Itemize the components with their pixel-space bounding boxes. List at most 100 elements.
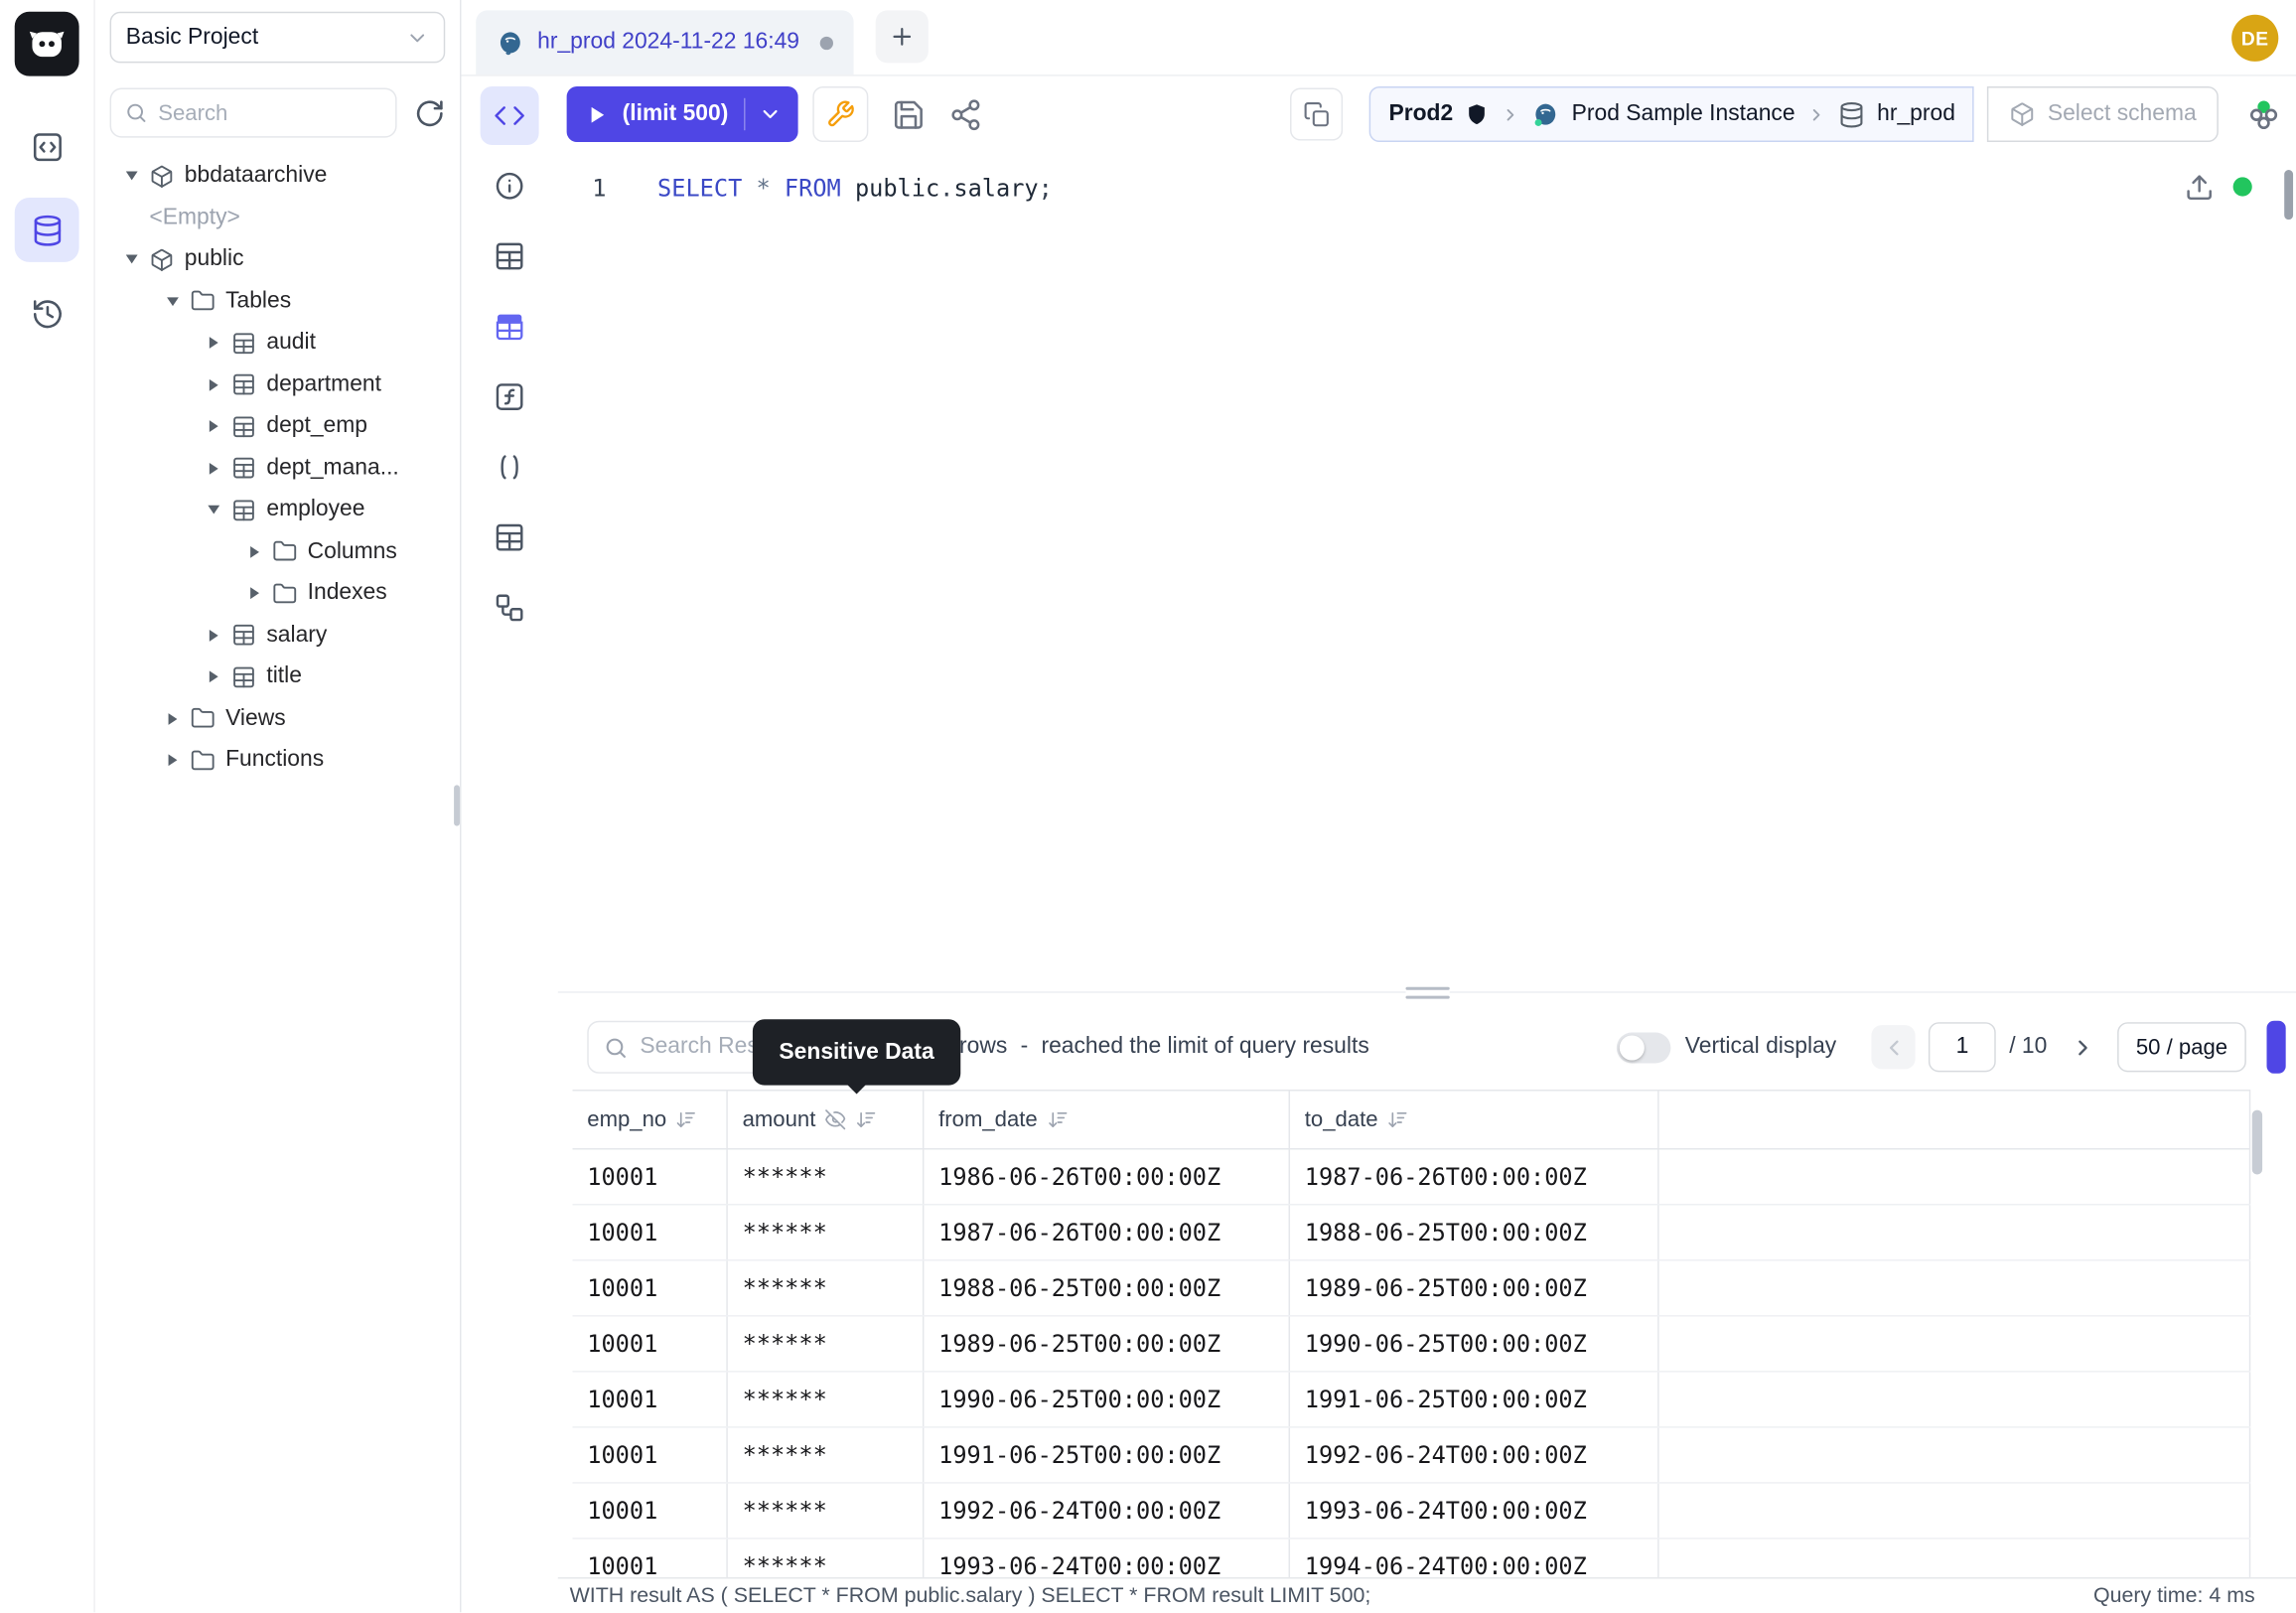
refresh-icon[interactable] — [414, 97, 445, 128]
table-cell[interactable]: 1991-06-25T00:00:00Z — [1290, 1373, 1659, 1427]
panel-tool-brackets[interactable] — [481, 438, 539, 497]
table-cell[interactable]: 10001 — [573, 1261, 728, 1316]
table-cell[interactable]: 1988-06-25T00:00:00Z — [1290, 1206, 1659, 1260]
page-size-select[interactable]: 50 / page — [2117, 1022, 2246, 1072]
table-cell[interactable]: ****** — [728, 1149, 925, 1204]
tree-item-audit[interactable]: audit — [95, 322, 460, 364]
caret-down-icon[interactable] — [161, 290, 185, 314]
new-tab-button[interactable] — [876, 10, 929, 63]
table-cell[interactable]: 1994-06-24T00:00:00Z — [1290, 1540, 1659, 1577]
tree-item-tables[interactable]: Tables — [95, 280, 460, 322]
tree-item-public[interactable]: public — [95, 238, 460, 280]
table-cell[interactable]: 10001 — [573, 1149, 728, 1204]
caret-down-icon[interactable] — [120, 165, 144, 189]
panel-tool-colored-table[interactable] — [481, 297, 539, 356]
caret-right-icon[interactable] — [202, 665, 225, 689]
tree-item-dept-mana[interactable]: dept_mana... — [95, 447, 460, 489]
tree-item-department[interactable]: department — [95, 364, 460, 405]
editor-scrollbar-thumb[interactable] — [2284, 170, 2293, 220]
table-cell[interactable]: 1987-06-26T00:00:00Z — [924, 1206, 1290, 1260]
tree-item-title[interactable]: title — [95, 657, 460, 698]
page-number-input[interactable] — [1931, 1024, 1995, 1071]
table-cell[interactable]: 10001 — [573, 1317, 728, 1372]
table-cell[interactable]: 10001 — [573, 1206, 728, 1260]
table-cell[interactable]: 1987-06-26T00:00:00Z — [1290, 1149, 1659, 1204]
table-cell[interactable]: 1988-06-25T00:00:00Z — [924, 1261, 1290, 1316]
table-cell[interactable]: 10001 — [573, 1484, 728, 1539]
table-cell[interactable]: ****** — [728, 1373, 925, 1427]
rail-item-database[interactable] — [15, 198, 79, 262]
save-icon[interactable] — [892, 97, 926, 131]
caret-right-icon[interactable] — [202, 457, 225, 481]
column-header-emp_no[interactable]: emp_no — [573, 1091, 728, 1148]
caret-right-icon[interactable] — [202, 332, 225, 356]
caret-right-icon[interactable] — [161, 749, 185, 773]
run-options-button[interactable] — [752, 95, 789, 133]
connection-breadcrumb[interactable]: Prod2 Prod Sample Instance — [1369, 86, 1974, 142]
table-cell[interactable]: 1990-06-25T00:00:00Z — [924, 1373, 1290, 1427]
sort-icon[interactable] — [1047, 1108, 1069, 1130]
results-scrollbar-thumb[interactable] — [2252, 1110, 2262, 1175]
select-schema-button[interactable]: Select schema — [1987, 86, 2218, 142]
tree-item-employee[interactable]: employee — [95, 489, 460, 530]
panel-tool-function[interactable] — [481, 367, 539, 426]
table-cell[interactable]: 1991-06-25T00:00:00Z — [924, 1428, 1290, 1483]
column-header-to_date[interactable]: to_date — [1290, 1091, 1659, 1148]
sidebar-search-input[interactable] — [158, 100, 382, 125]
table-cell[interactable]: 1992-06-24T00:00:00Z — [924, 1484, 1290, 1539]
caret-right-icon[interactable] — [243, 582, 267, 606]
table-cell[interactable]: 1989-06-25T00:00:00Z — [924, 1317, 1290, 1372]
upload-icon[interactable] — [2185, 173, 2214, 202]
panel-splitter[interactable] — [558, 981, 2296, 1005]
sql-editor[interactable]: 1 SELECT * FROM public.salary; — [558, 152, 2296, 981]
share-icon[interactable] — [949, 97, 983, 131]
vertical-display-toggle[interactable] — [1616, 1032, 1670, 1063]
table-cell[interactable]: 1989-06-25T00:00:00Z — [1290, 1261, 1659, 1316]
panel-tool-table[interactable] — [481, 227, 539, 286]
bytebase-logo[interactable] — [15, 12, 79, 76]
table-cell[interactable]: ****** — [728, 1261, 925, 1316]
column-header-amount[interactable]: amount — [728, 1091, 925, 1148]
tree-item-dept-emp[interactable]: dept_emp — [95, 405, 460, 447]
table-cell[interactable]: 1986-06-26T00:00:00Z — [924, 1149, 1290, 1204]
table-cell[interactable]: 1992-06-24T00:00:00Z — [1290, 1428, 1659, 1483]
tree-item-views[interactable]: Views — [95, 698, 460, 740]
connection-panel-button[interactable] — [1291, 87, 1344, 140]
tree-item-bbdataarchive[interactable]: bbdataarchive — [95, 155, 460, 197]
next-page-button[interactable] — [2061, 1025, 2104, 1069]
column-header-from_date[interactable]: from_date — [924, 1091, 1290, 1148]
caret-right-icon[interactable] — [202, 373, 225, 397]
table-cell[interactable]: ****** — [728, 1484, 925, 1539]
sidebar-search[interactable] — [110, 87, 397, 137]
table-cell[interactable]: 1993-06-24T00:00:00Z — [924, 1540, 1290, 1577]
caret-right-icon[interactable] — [202, 415, 225, 439]
table-cell[interactable]: 1990-06-25T00:00:00Z — [1290, 1317, 1659, 1372]
sort-icon[interactable] — [675, 1108, 697, 1130]
eye-off-icon[interactable] — [824, 1108, 846, 1130]
splitter-grip-icon[interactable] — [1405, 987, 1449, 999]
caret-down-icon[interactable] — [120, 248, 144, 272]
panel-tool-code[interactable] — [481, 86, 539, 145]
table-cell[interactable]: ****** — [728, 1206, 925, 1260]
table-cell[interactable]: 10001 — [573, 1428, 728, 1483]
avatar[interactable]: DE — [2231, 15, 2278, 62]
tree-item-indexes[interactable]: Indexes — [95, 573, 460, 615]
sort-icon[interactable] — [1386, 1108, 1408, 1130]
panel-tool-info[interactable] — [481, 157, 539, 216]
table-cell[interactable]: 1993-06-24T00:00:00Z — [1290, 1484, 1659, 1539]
panel-tool-diagram[interactable] — [481, 578, 539, 637]
caret-right-icon[interactable] — [243, 540, 267, 564]
tree-item-columns[interactable]: Columns — [95, 531, 460, 573]
prev-page-button[interactable] — [1872, 1025, 1916, 1069]
project-selector[interactable]: Basic Project — [110, 12, 446, 64]
sort-icon[interactable] — [855, 1108, 877, 1130]
caret-right-icon[interactable] — [161, 707, 185, 731]
table-cell[interactable]: ****** — [728, 1317, 925, 1372]
rail-item-history[interactable] — [15, 281, 79, 346]
page-number-input-box[interactable] — [1929, 1022, 1996, 1072]
tab-hr-prod[interactable]: hr_prod 2024-11-22 16:49 — [476, 10, 853, 74]
table-cell[interactable]: 10001 — [573, 1540, 728, 1577]
rail-item-sql-editor[interactable] — [15, 114, 79, 179]
tree-item-functions[interactable]: Functions — [95, 740, 460, 782]
table-cell[interactable]: 10001 — [573, 1373, 728, 1427]
